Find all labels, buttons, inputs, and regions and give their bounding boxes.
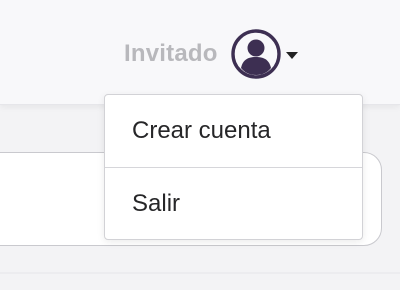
caret-down-icon [285, 51, 298, 59]
user-dropdown-menu: Crear cuenta Salir [104, 94, 363, 240]
menu-item-crear-cuenta[interactable]: Crear cuenta [105, 95, 362, 167]
menu-item-label: Crear cuenta [132, 117, 271, 144]
top-header: Invitado [0, 0, 400, 105]
menu-item-label: Salir [132, 190, 181, 217]
user-circle-icon [230, 29, 281, 79]
user-menu-toggle[interactable]: Invitado [124, 28, 298, 80]
divider-line [0, 272, 400, 274]
menu-item-salir[interactable]: Salir [105, 168, 362, 240]
user-name-label: Invitado [124, 40, 218, 67]
